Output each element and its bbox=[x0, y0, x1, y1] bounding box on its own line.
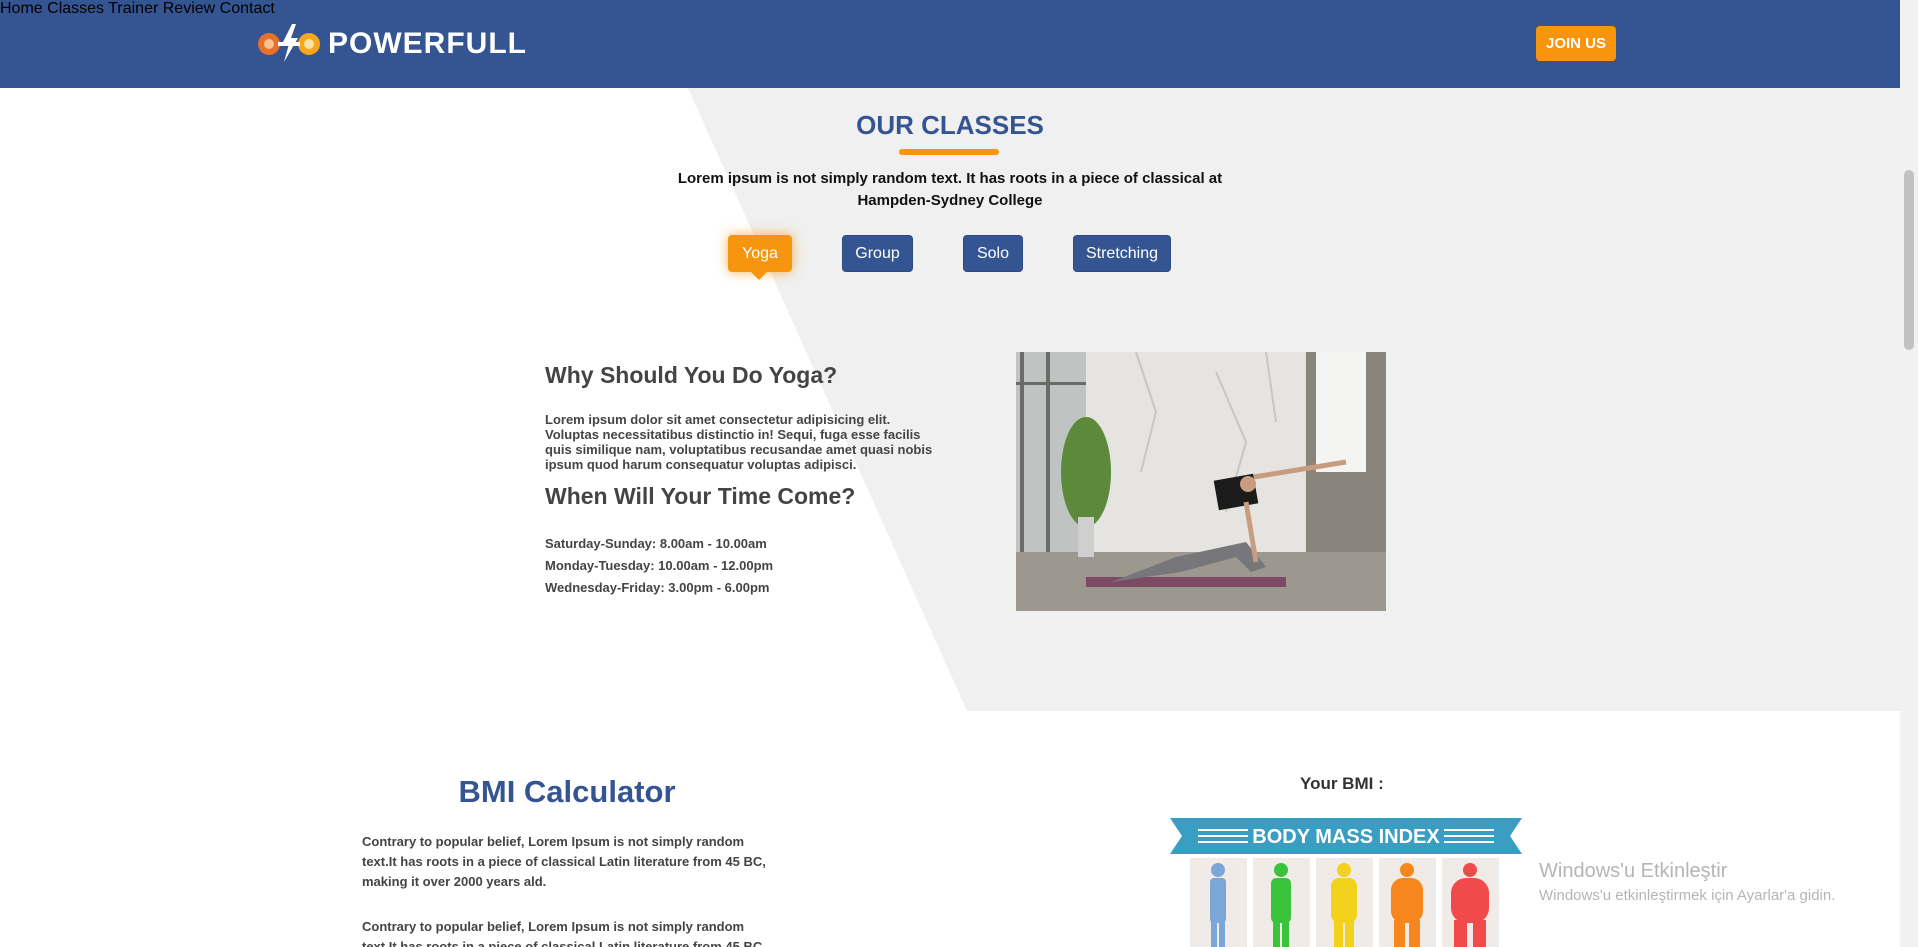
bmi-figures bbox=[1190, 858, 1499, 947]
tab-group[interactable]: Group bbox=[842, 235, 913, 272]
bmi-banner-text: BODY MASS INDEX bbox=[1252, 826, 1440, 848]
bmi-figure-normal bbox=[1253, 858, 1310, 947]
bmi-figure-extremely-obese bbox=[1442, 858, 1499, 947]
schedule-heading: When Will Your Time Come? bbox=[545, 483, 856, 509]
page-scrollbar[interactable] bbox=[1900, 0, 1918, 947]
bmi-banner: BODY MASS INDEX bbox=[1170, 818, 1522, 854]
subtitle-line-2: Hampden-Sydney College bbox=[857, 192, 1043, 209]
active-tab-caret bbox=[751, 272, 767, 280]
join-us-button[interactable]: JOIN US bbox=[1536, 26, 1616, 61]
yoga-photo bbox=[1016, 352, 1386, 611]
yoga-description: Lorem ipsum dolor sit amet consectetur a… bbox=[545, 412, 933, 472]
dumbbell-bolt-icon bbox=[258, 24, 320, 62]
classes-section: OUR CLASSES Lorem ipsum is not simply ra… bbox=[0, 88, 1900, 711]
bmi-result-label: Your BMI : bbox=[1300, 774, 1384, 793]
tab-stretching[interactable]: Stretching bbox=[1073, 235, 1171, 272]
tab-solo[interactable]: Solo bbox=[963, 235, 1023, 272]
classes-subtitle: Lorem ipsum is not simply random text. I… bbox=[670, 168, 1230, 212]
schedule-item: Wednesday-Friday: 3.00pm - 6.00pm bbox=[545, 580, 770, 595]
classes-title: OUR CLASSES bbox=[856, 110, 1044, 140]
brand-name: POWERFULL bbox=[328, 27, 527, 60]
yoga-heading: Why Should You Do Yoga? bbox=[545, 362, 838, 388]
nav-trainer[interactable]: Trainer bbox=[108, 0, 158, 17]
bmi-figure-overweight bbox=[1316, 858, 1373, 947]
nav-review[interactable]: Review bbox=[163, 0, 215, 17]
windows-activation-watermark: Windows'u Etkinleştir Windows'u etkinleş… bbox=[1539, 860, 1835, 904]
page: POWERFULL Home Classes Trainer Review Co… bbox=[0, 0, 1918, 947]
bmi-paragraph: Contrary to popular belief, Lorem Ipsum … bbox=[362, 834, 766, 889]
schedule-item: Saturday-Sunday: 8.00am - 10.00am bbox=[545, 536, 767, 551]
bmi-paragraph: Contrary to popular belief, Lorem Ipsum … bbox=[362, 919, 766, 947]
scrollbar-thumb[interactable] bbox=[1904, 170, 1914, 350]
tab-yoga[interactable]: Yoga bbox=[728, 235, 792, 272]
schedule-item: Monday-Tuesday: 10.00am - 12.00pm bbox=[545, 558, 774, 573]
top-navbar: POWERFULL Home Classes Trainer Review Co… bbox=[0, 0, 1900, 88]
watermark-line-2: Windows'u etkinleştirmek için Ayarlar'a … bbox=[1539, 887, 1836, 904]
title-underline bbox=[899, 149, 999, 155]
watermark-line-1: Windows'u Etkinleştir bbox=[1539, 860, 1728, 882]
bmi-title: BMI Calculator bbox=[458, 774, 676, 809]
bmi-figure-obese bbox=[1379, 858, 1436, 947]
nav-home[interactable]: Home bbox=[0, 0, 43, 17]
nav-contact[interactable]: Contact bbox=[220, 0, 275, 17]
nav-classes[interactable]: Classes bbox=[47, 0, 104, 17]
bmi-figure-underweight bbox=[1190, 858, 1247, 947]
subtitle-line-1: Lorem ipsum is not simply random text. I… bbox=[677, 170, 1223, 187]
brand-logo[interactable]: POWERFULL bbox=[256, 22, 527, 66]
